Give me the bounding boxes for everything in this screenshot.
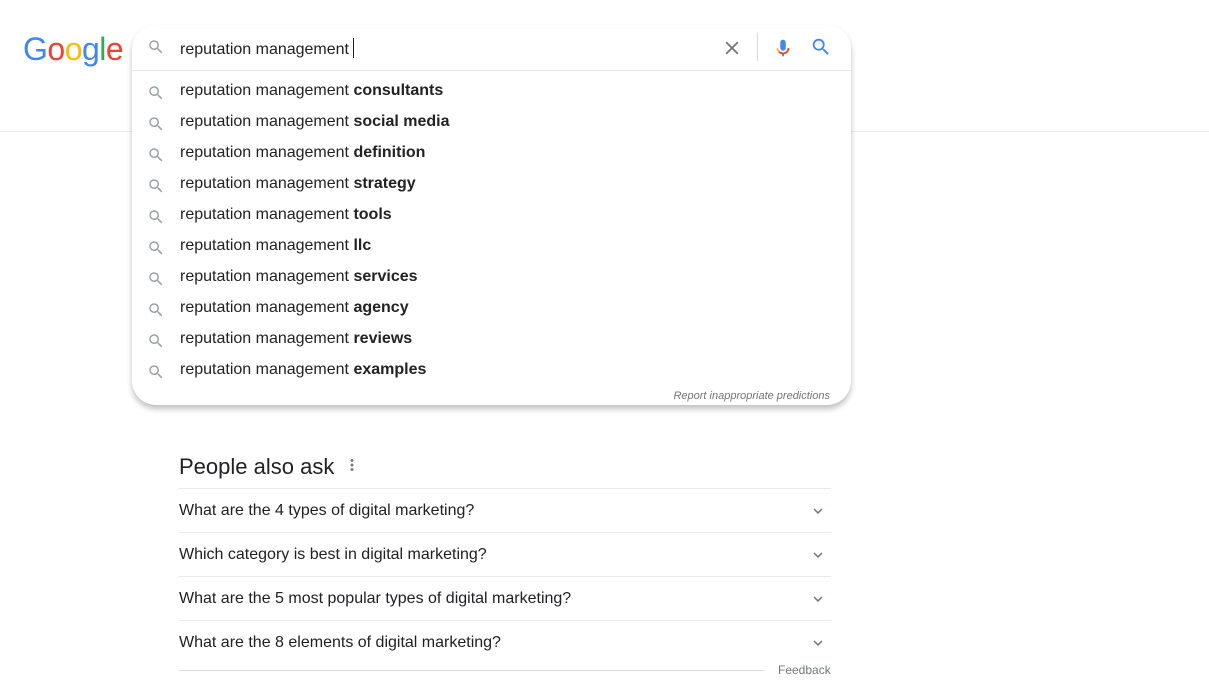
text-caret [353,38,354,58]
report-predictions-link[interactable]: Report inappropriate predictions [673,390,830,402]
logo-letter: l [99,31,106,67]
search-row: reputation management [132,25,851,71]
suggestion-prefix: reputation management [180,268,354,285]
chevron-down-icon [809,590,827,613]
suggestion-prefix: reputation management [180,237,354,254]
search-input[interactable]: reputation management [180,38,354,60]
suggestion-item[interactable]: reputation management consultants [132,75,851,106]
suggestion-completion: examples [353,361,427,378]
feedback-divider [179,670,764,671]
close-icon[interactable] [721,37,743,64]
suggestion-text: reputation management strategy [180,168,416,199]
suggestion-text: reputation management consultants [180,75,443,106]
question-row[interactable]: Which category is best in digital market… [179,532,831,576]
logo-letter: g [81,31,100,67]
suggestion-completion: reviews [353,330,413,347]
chevron-down-icon [809,634,827,657]
suggestion-prefix: reputation management [180,206,354,223]
suggestion-list: reputation management consultants reputa… [132,75,851,385]
more-options-icon[interactable] [343,456,361,479]
logo-letter: o [64,31,83,67]
suggestion-text: reputation management examples [180,354,426,385]
suggestion-text: reputation management llc [180,230,371,261]
logo-letter: G [23,31,48,67]
suggestion-completion: strategy [353,175,416,192]
suggestion-text: reputation management social media [180,106,450,137]
suggestion-item[interactable]: reputation management social media [132,106,851,137]
suggestion-item[interactable]: reputation management llc [132,230,851,261]
suggestion-text: reputation management tools [180,199,392,230]
suggestion-text: reputation management reviews [180,323,412,354]
logo-letter: o [47,31,65,67]
mic-icon[interactable] [772,36,794,65]
search-input-value: reputation management [180,41,349,58]
suggestion-completion: llc [353,237,372,254]
suggestion-item[interactable]: reputation management agency [132,292,851,323]
suggestion-text: reputation management definition [180,137,425,168]
suggestion-completion: agency [353,299,409,316]
suggestion-item[interactable]: reputation management tools [132,199,851,230]
logo-letter: e [105,31,124,67]
suggestion-prefix: reputation management [180,330,354,347]
suggestion-prefix: reputation management [180,361,354,378]
question-text: What are the 5 most popular types of dig… [179,590,572,607]
suggestion-completion: definition [353,144,426,161]
search-icon [147,361,165,392]
question-text: Which category is best in digital market… [179,546,487,563]
question-row[interactable]: What are the 4 types of digital marketin… [179,488,831,532]
suggestion-prefix: reputation management [180,113,354,130]
suggestion-completion: consultants [353,82,444,99]
suggestion-text: reputation management services [180,261,418,292]
suggestion-text: reputation management agency [180,292,409,323]
suggestion-prefix: reputation management [180,82,354,99]
google-logo[interactable]: Google [23,30,124,68]
search-separator [757,33,758,61]
question-text: What are the 8 elements of digital marke… [179,634,501,651]
suggestion-item[interactable]: reputation management definition [132,137,851,168]
suggestion-item[interactable]: reputation management services [132,261,851,292]
search-box: reputation management reputation managem… [132,25,851,405]
people-also-ask-title: People also ask [179,454,335,479]
search-icon [147,38,165,61]
suggestion-item[interactable]: reputation management examples [132,354,851,385]
suggestion-prefix: reputation management [180,175,354,192]
suggestion-completion: tools [353,206,392,223]
people-also-ask-list: What are the 4 types of digital marketin… [179,488,831,664]
suggestion-item[interactable]: reputation management strategy [132,168,851,199]
question-row[interactable]: What are the 5 most popular types of dig… [179,576,831,620]
search-submit-icon[interactable] [810,36,832,63]
feedback-link[interactable]: Feedback [778,663,831,677]
chevron-down-icon [809,502,827,525]
question-text: What are the 4 types of digital marketin… [179,502,475,519]
suggestion-completion: social media [353,113,450,130]
question-row[interactable]: What are the 8 elements of digital marke… [179,620,831,664]
suggestion-prefix: reputation management [180,144,354,161]
suggestion-completion: services [353,268,418,285]
suggestion-item[interactable]: reputation management reviews [132,323,851,354]
suggestion-prefix: reputation management [180,299,354,316]
chevron-down-icon [809,546,827,569]
